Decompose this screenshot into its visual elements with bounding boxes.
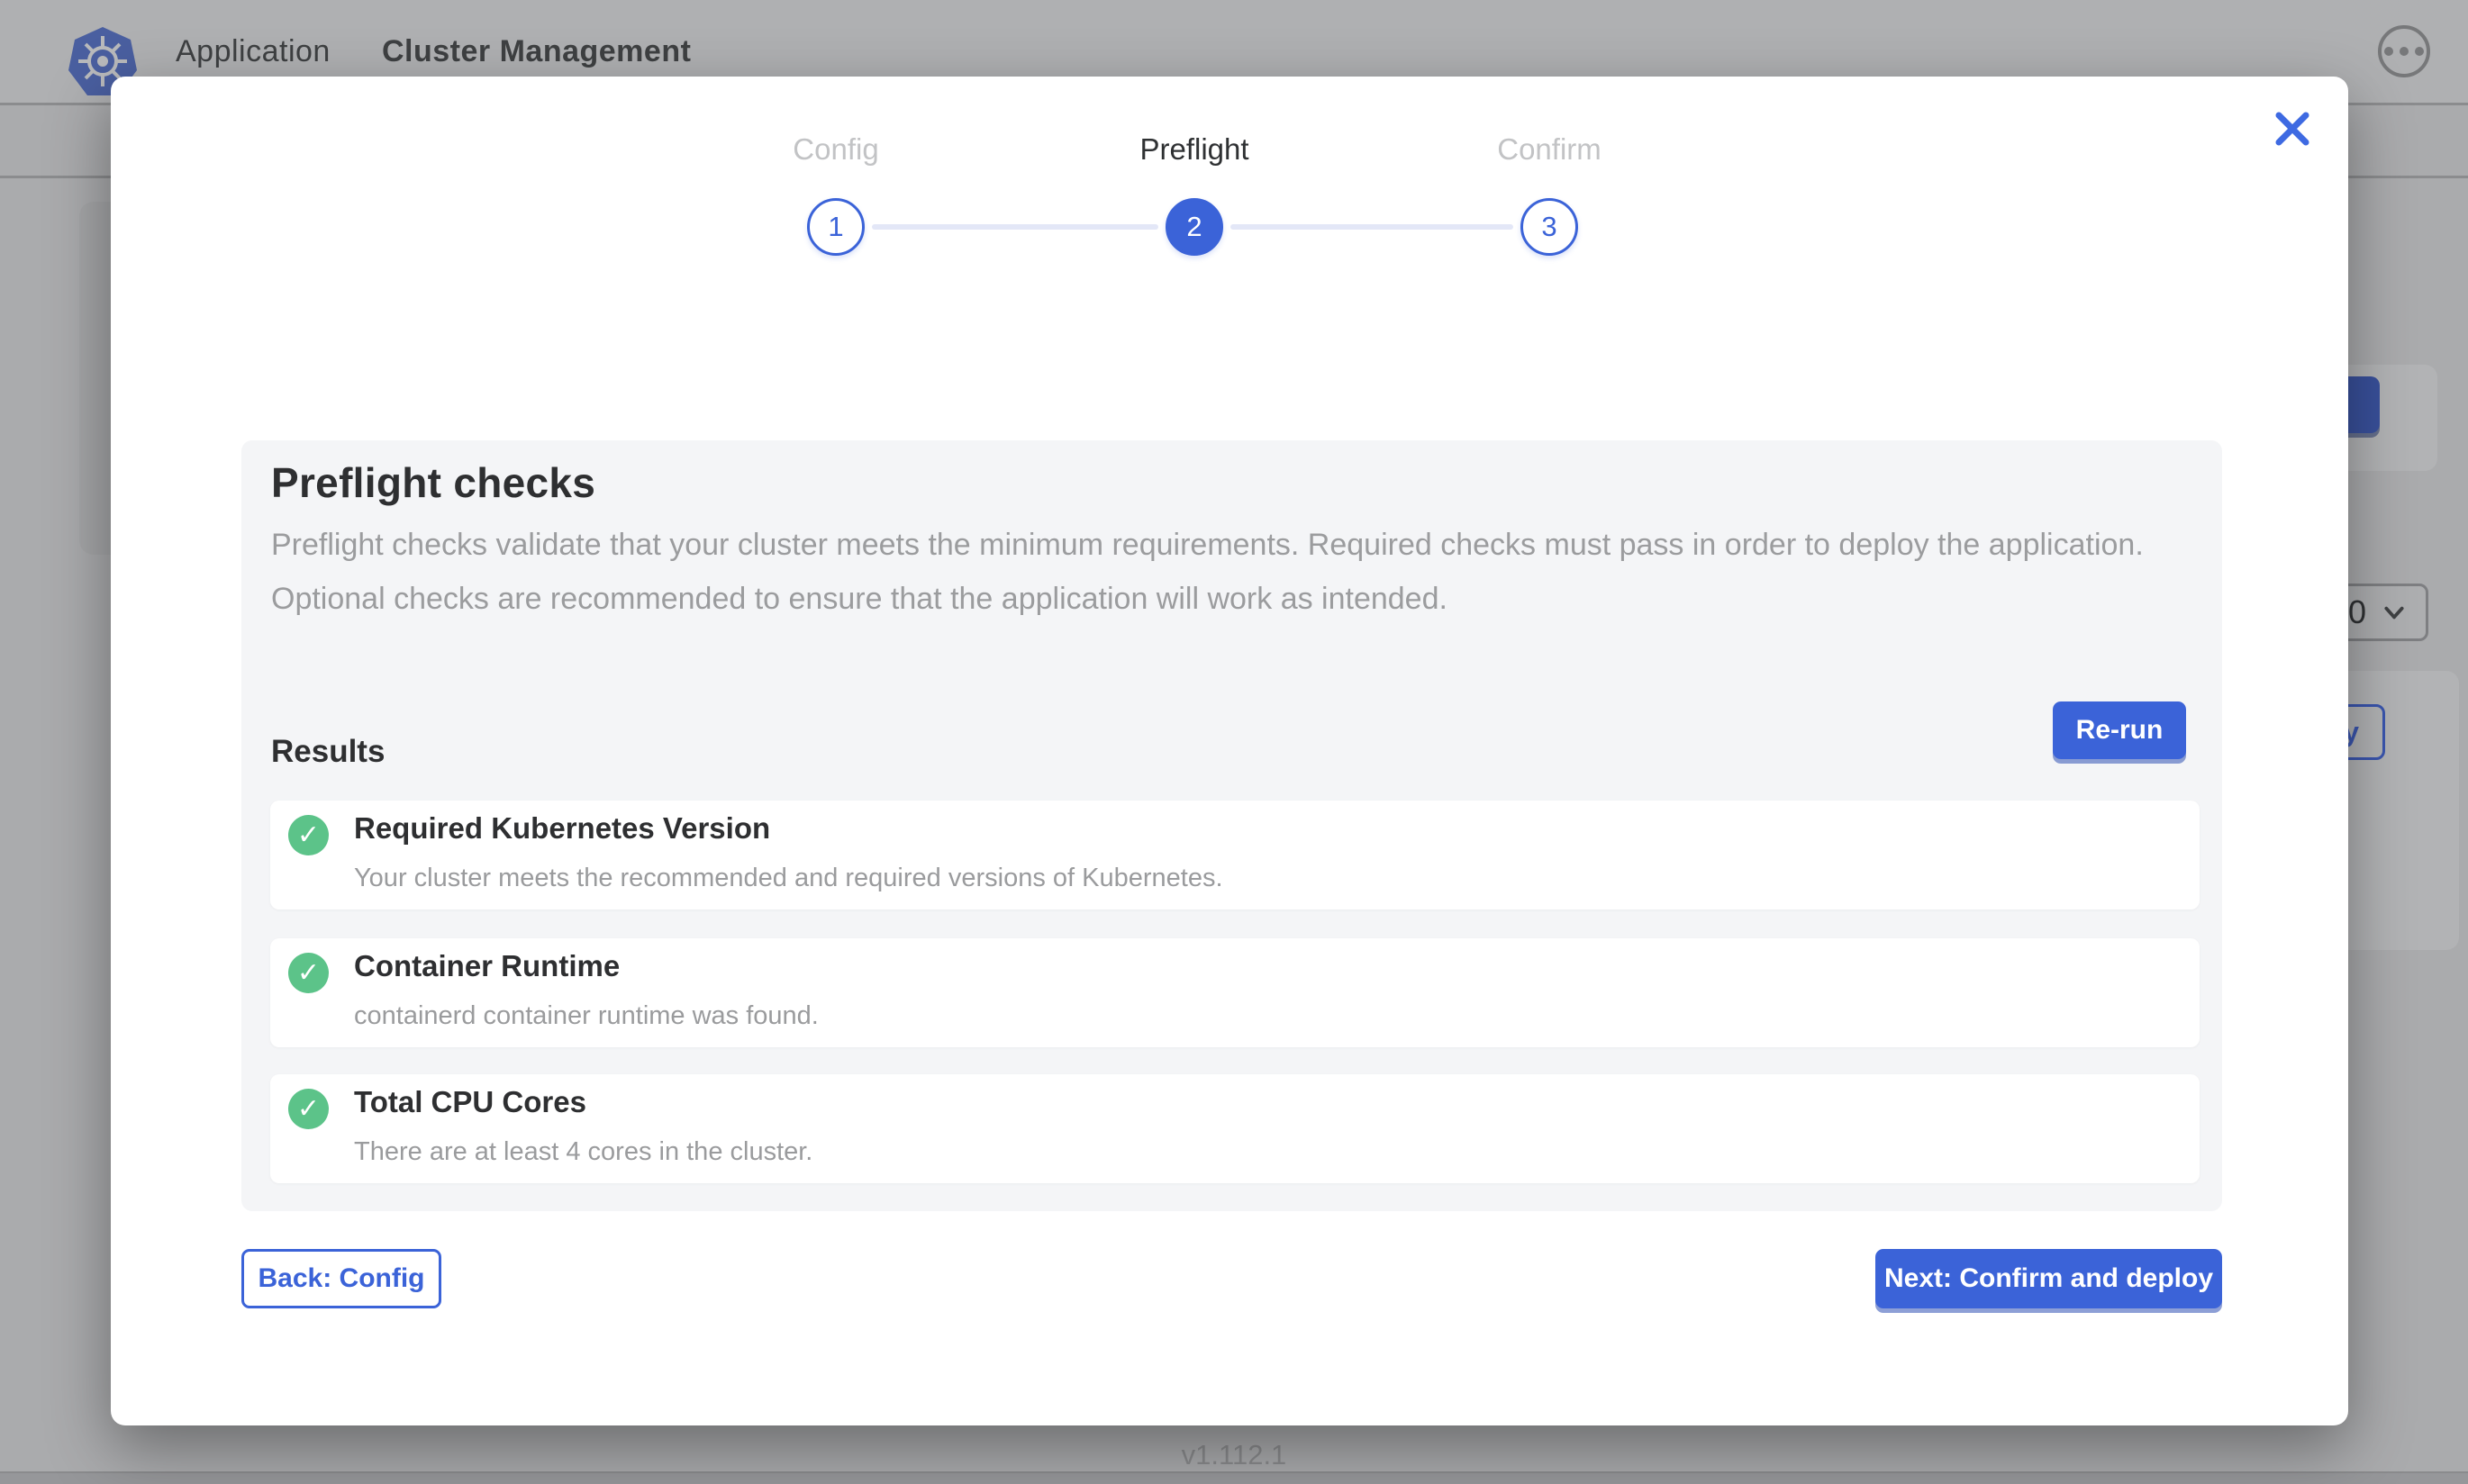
overflow-menu-icon[interactable] — [2378, 25, 2430, 77]
results-heading: Results — [271, 734, 385, 770]
next-button[interactable]: Next: Confirm and deploy — [1875, 1249, 2222, 1308]
nav-tab-application[interactable]: Application — [176, 34, 331, 69]
step-number-1: 1 — [828, 211, 843, 243]
check-detail: containerd container runtime was found. — [354, 1001, 819, 1031]
check-row-container-runtime: ✓ Container Runtime containerd container… — [270, 938, 2200, 1047]
nav-tab-cluster-management[interactable]: Cluster Management — [382, 34, 691, 69]
check-detail: There are at least 4 cores in the cluste… — [354, 1137, 812, 1167]
check-row-kubernetes-version: ✓ Required Kubernetes Version Your clust… — [270, 801, 2200, 909]
check-success-icon: ✓ — [288, 953, 329, 993]
step-number-2: 2 — [1186, 211, 1202, 243]
step-connector-2 — [1230, 224, 1513, 230]
step-label-preflight: Preflight — [1139, 132, 1248, 167]
check-title: Container Runtime — [354, 949, 620, 983]
check-success-icon: ✓ — [288, 1089, 329, 1129]
dropdown-value: 0 — [2348, 593, 2366, 631]
preflight-description: Preflight checks validate that your clus… — [271, 518, 2154, 626]
background-bottom-strip — [0, 1471, 2468, 1484]
check-title: Required Kubernetes Version — [354, 811, 770, 846]
check-success-icon: ✓ — [288, 815, 329, 855]
rerun-button[interactable]: Re-run — [2053, 701, 2186, 759]
page-title: Preflight checks — [271, 458, 595, 507]
step-circle-3[interactable]: 3 — [1520, 198, 1578, 256]
step-circle-2[interactable]: 2 — [1166, 198, 1223, 256]
chevron-down-icon — [2382, 601, 2406, 624]
step-label-confirm: Confirm — [1497, 132, 1601, 167]
check-detail: Your cluster meets the recommended and r… — [354, 864, 1223, 893]
back-button[interactable]: Back: Config — [241, 1249, 441, 1308]
app-version: v1.112.1 — [0, 1439, 2468, 1471]
check-title: Total CPU Cores — [354, 1085, 586, 1119]
preflight-panel: Preflight checks Preflight checks valida… — [241, 440, 2222, 1211]
step-label-config: Config — [793, 132, 878, 167]
step-number-3: 3 — [1541, 211, 1556, 243]
check-row-total-cpu-cores: ✓ Total CPU Cores There are at least 4 c… — [270, 1074, 2200, 1183]
step-connector-1 — [872, 224, 1158, 230]
close-icon[interactable] — [2271, 107, 2314, 150]
preflight-modal: Config Preflight Confirm 1 2 3 Preflight… — [111, 77, 2348, 1425]
step-circle-1[interactable]: 1 — [807, 198, 865, 256]
screen: Application Cluster Management 0 y v1.11… — [0, 0, 2468, 1484]
ellipsis-dots — [2384, 47, 2424, 56]
